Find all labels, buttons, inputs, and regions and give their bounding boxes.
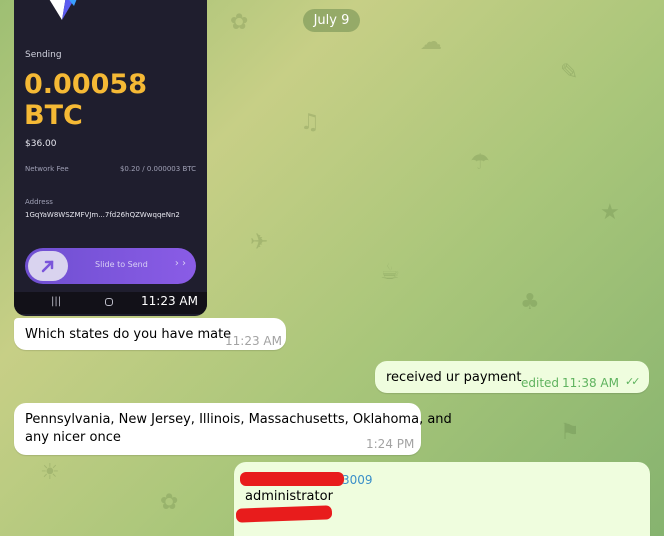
message-bubble-outgoing[interactable]: 3009 administrator bbox=[234, 462, 650, 536]
slide-to-send-slider: Slide to Send › › bbox=[25, 248, 196, 284]
doodle-icon: ♫ bbox=[300, 110, 320, 135]
slide-arrows-icon: › › bbox=[174, 258, 186, 269]
message-text: administrator bbox=[245, 489, 333, 504]
doodle-icon: ☕ bbox=[380, 260, 400, 285]
phone-nav-bar: ||| 11:23 AM bbox=[14, 292, 207, 314]
recent-apps-icon: ||| bbox=[51, 296, 62, 307]
message-bubble-outgoing[interactable]: received ur payment edited 11:38 AM ✓✓ bbox=[375, 361, 649, 393]
amount-value: 0.00058 bbox=[24, 69, 147, 100]
message-text: received ur payment bbox=[386, 370, 522, 385]
message-bubble-incoming[interactable]: Which states do you have mate 11:23 AM bbox=[14, 318, 286, 350]
doodle-icon: ✎ bbox=[560, 60, 579, 85]
doodle-icon: ✈ bbox=[250, 230, 269, 255]
partial-number: 3009 bbox=[342, 473, 373, 487]
date-separator: July 9 bbox=[303, 9, 360, 32]
doodle-icon: ☁ bbox=[420, 30, 442, 55]
message-time: 1:24 PM bbox=[366, 437, 415, 451]
screenshot-timestamp: 11:23 AM bbox=[141, 294, 198, 308]
message-edited-label: edited bbox=[521, 376, 560, 390]
address-label: Address bbox=[25, 198, 53, 206]
doodle-icon: ☂ bbox=[470, 150, 490, 175]
message-text: any nicer once bbox=[25, 430, 121, 445]
usd-value: $36.00 bbox=[25, 139, 57, 149]
message-text: Which states do you have mate bbox=[25, 327, 232, 342]
message-bubble-incoming[interactable]: Pennsylvania, New Jersey, Illinois, Mass… bbox=[14, 403, 452, 455]
address-value: 1GqYaW8WSZMFVJm...7fd26hQZWwqqeNn2 bbox=[25, 211, 180, 219]
doodle-icon: ✿ bbox=[230, 10, 249, 35]
message-time: 11:38 AM bbox=[562, 376, 619, 390]
sending-label: Sending bbox=[25, 50, 62, 60]
read-checkmarks-icon: ✓✓ bbox=[625, 375, 641, 388]
message-time: 11:23 AM bbox=[225, 334, 282, 348]
doodle-icon: ☀ bbox=[40, 460, 60, 485]
network-fee-value: $0.20 / 0.000003 BTC bbox=[119, 165, 196, 173]
message-text: Pennsylvania, New Jersey, Illinois, Mass… bbox=[25, 412, 452, 427]
doodle-icon: ★ bbox=[600, 200, 620, 225]
amount-unit: BTC bbox=[24, 100, 83, 131]
doodle-icon: ⚑ bbox=[560, 420, 580, 445]
send-arrow-icon bbox=[41, 260, 54, 273]
slider-knob bbox=[28, 251, 68, 281]
doodle-icon: ✿ bbox=[160, 490, 179, 515]
home-icon bbox=[105, 298, 113, 306]
network-fee-label: Network Fee bbox=[25, 165, 69, 173]
doodle-icon: ♣ bbox=[520, 290, 540, 315]
payment-screenshot[interactable]: Sending 0.00058 BTC $36.00 Network Fee $… bbox=[14, 0, 207, 316]
redacted-mark bbox=[240, 472, 344, 486]
slide-label: Slide to Send bbox=[95, 260, 148, 269]
chat-background: ✿ ☁ ✎ ♫ ☂ ★ ✈ ☕ ♣ ☀ ✿ ⚑ July 9 Sending 0… bbox=[0, 0, 664, 536]
redacted-mark bbox=[235, 505, 333, 523]
app-logo-icon bbox=[49, 0, 77, 20]
